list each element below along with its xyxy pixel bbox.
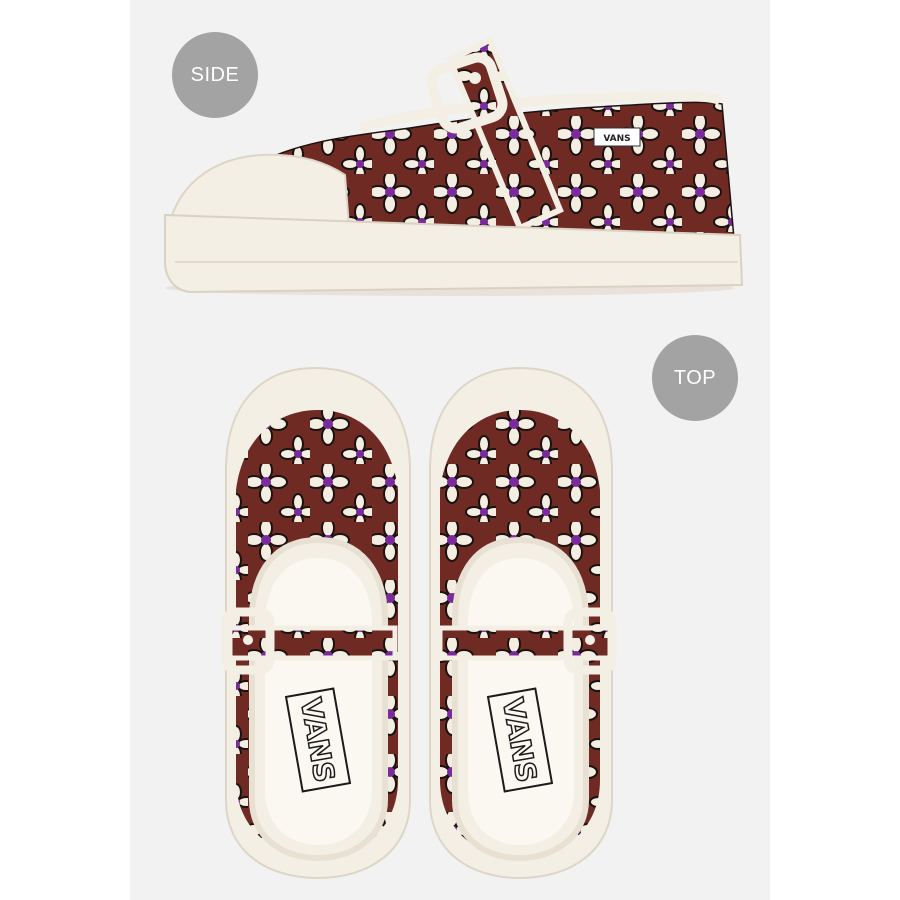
- top-view-right-shoe: VANS: [429, 366, 617, 880]
- side-view-badge: SIDE: [172, 32, 258, 118]
- side-view-label: SIDE: [190, 63, 240, 86]
- brand-tag-text: VANS: [603, 134, 630, 144]
- top-view-left-shoe: VANS: [221, 366, 411, 880]
- top-view-badge: TOP: [652, 335, 738, 421]
- product-photo: VANS VANS VANS: [164, 35, 744, 880]
- top-view-label: TOP: [673, 366, 717, 389]
